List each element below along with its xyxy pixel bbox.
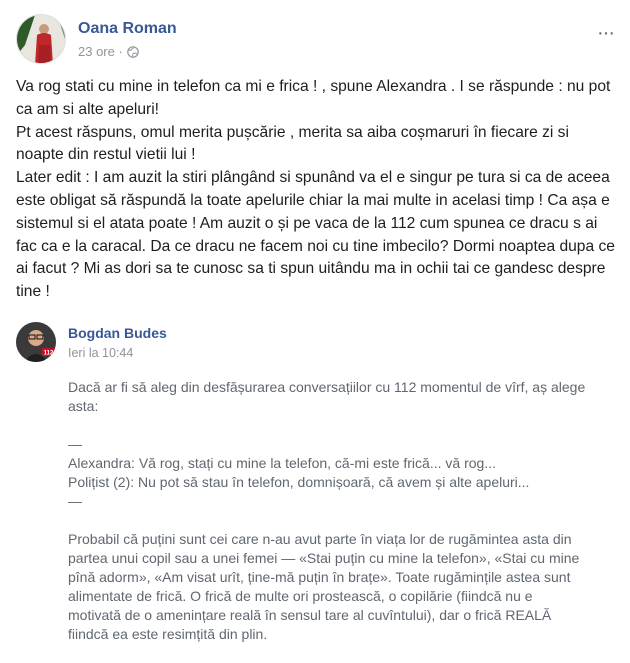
facebook-post: Oana Roman 23 ore · ··· Va rog stati cu …	[0, 0, 630, 649]
shared-paragraph-outro: Probabil că puțini sunt cei care n-au av…	[68, 531, 580, 642]
shared-post-body: Dacă ar fi să aleg din desfășurarea conv…	[68, 378, 588, 663]
shared-post: 112 Bogdan Budes Ieri la 10:44 Dacă ar f…	[16, 322, 616, 649]
post-paragraph: Pt acest răspuns, omul merita pușcărie ,…	[16, 123, 569, 164]
author-avatar[interactable]	[16, 14, 66, 64]
post-paragraph: Later edit : I am auzit la stiri plângân…	[16, 169, 615, 301]
shared-paragraph-intro: Dacă ar fi să aleg din desfășurarea conv…	[68, 379, 586, 414]
badge-112-label: 112	[44, 351, 54, 357]
shared-dash: —	[68, 436, 82, 452]
more-options-icon[interactable]: ···	[597, 22, 615, 45]
shared-author-avatar[interactable]: 112	[16, 322, 56, 362]
post-meta: 23 ore ·	[78, 44, 139, 59]
post-body: Va rog stati cu mine in telefon ca mi e …	[16, 76, 616, 304]
shared-dialogue-line: Alexandra: Vă rog, stați cu mine la tele…	[68, 455, 496, 471]
author-photo-icon	[17, 15, 65, 63]
shared-author-name[interactable]: Bogdan Budes	[68, 325, 167, 341]
shared-post-time[interactable]: Ieri la 10:44	[68, 346, 133, 360]
author-name[interactable]: Oana Roman	[78, 20, 177, 38]
globe-icon[interactable]	[127, 45, 139, 58]
post-paragraph: Va rog stati cu mine in telefon ca mi e …	[16, 78, 611, 118]
shared-dash: —	[68, 493, 82, 509]
shared-dialogue-line: Polițist (2): Nu pot să stau în telefon,…	[68, 474, 530, 490]
shared-author-photo-icon: 112	[16, 322, 56, 362]
post-time[interactable]: 23 ore ·	[78, 44, 123, 59]
post-header: Oana Roman 23 ore · ···	[16, 14, 616, 64]
